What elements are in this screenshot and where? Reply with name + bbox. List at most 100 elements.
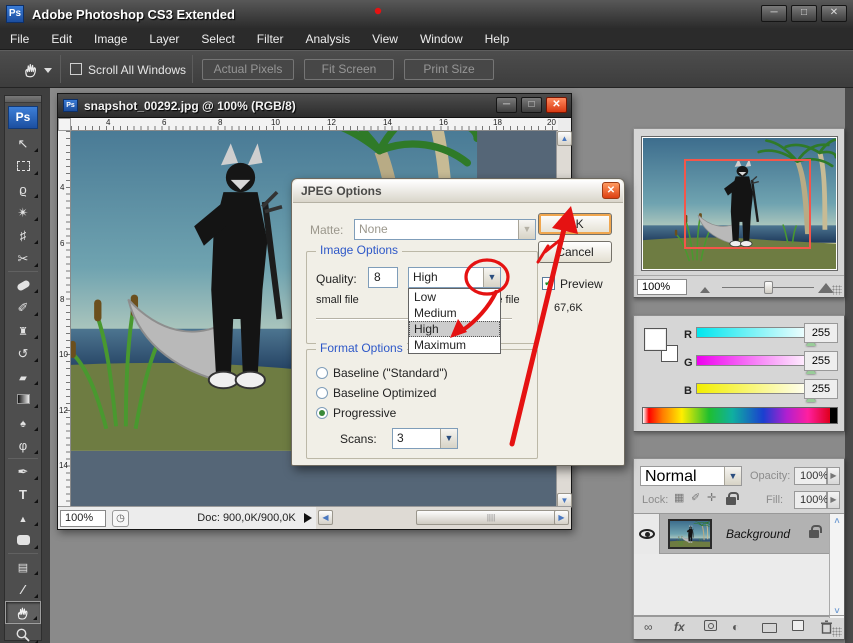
chevron-down-icon[interactable]: ▼ [724,467,741,485]
navigator-view-rect[interactable] [684,159,811,249]
quality-value-field[interactable]: 8 [368,267,398,288]
fill-arrow-icon[interactable]: ▶ [827,491,840,509]
blur-tool-icon[interactable] [5,411,41,434]
move-tool-icon[interactable] [5,132,41,155]
gradient-tool-icon[interactable] [5,388,41,411]
cancel-button[interactable]: Cancel [538,241,612,263]
color-spectrum-ramp[interactable] [642,407,838,424]
opacity-arrow-icon[interactable]: ▶ [827,467,840,485]
menu-layer[interactable]: Layer [149,32,179,46]
scroll-up-icon[interactable]: ˄ [831,516,843,526]
crop-tool-icon[interactable] [5,224,41,247]
baseline-optimized-radio[interactable] [316,387,328,399]
doc-maximize-button[interactable]: □ [521,97,542,113]
shape-tool-icon[interactable] [5,529,41,552]
blue-slider[interactable] [696,383,814,394]
progressive-radio[interactable] [316,407,328,419]
option-high[interactable]: High [409,321,500,337]
quality-dropdown[interactable]: High ▼ [408,267,501,288]
timer-icon[interactable]: ◷ [112,510,129,527]
new-group-icon[interactable] [762,623,777,633]
preview-checkbox[interactable]: ✓ [542,277,555,290]
chevron-down-icon[interactable]: ▼ [440,429,457,448]
menu-edit[interactable]: Edit [51,32,72,46]
close-button[interactable]: ✕ [821,5,847,22]
scroll-left-icon[interactable]: ◀ [318,510,333,525]
slider-thumb[interactable] [764,281,773,294]
resize-grip[interactable] [832,627,842,637]
dodge-tool-icon[interactable] [5,434,41,457]
print-size-button[interactable]: Print Size [404,59,494,80]
scans-dropdown[interactable]: 3 ▼ [392,428,458,449]
scroll-right-icon[interactable]: ▶ [554,510,569,525]
notes-tool-icon[interactable] [5,555,41,578]
option-medium[interactable]: Medium [409,305,500,321]
layer-thumbnail[interactable] [668,519,712,549]
menu-image[interactable]: Image [94,32,127,46]
lock-paint-icon[interactable]: ✐ [691,491,700,504]
minimize-button[interactable]: ─ [761,5,787,22]
scrollbar-thumb[interactable]: |||| [416,510,566,525]
green-value-field[interactable]: 255 [804,351,838,371]
history-brush-tool-icon[interactable] [5,342,41,365]
red-slider[interactable] [696,327,814,338]
option-maximum[interactable]: Maximum [409,337,500,353]
chevron-down-icon[interactable]: ▼ [483,268,500,287]
zoom-level-field[interactable]: 100% [60,510,106,527]
zoom-out-icon[interactable] [700,287,710,293]
navigator-zoom-slider[interactable] [722,287,814,288]
marquee-tool-icon[interactable] [5,155,41,178]
eraser-tool-icon[interactable] [5,365,41,388]
zoom-tool-icon[interactable] [5,624,41,643]
lasso-tool-icon[interactable] [5,178,41,201]
link-layers-icon[interactable]: ∞ [644,620,653,634]
pen-tool-icon[interactable] [5,460,41,483]
blend-mode-dropdown[interactable]: Normal ▼ [640,466,742,486]
menu-file[interactable]: File [10,32,29,46]
healing-brush-tool-icon[interactable] [5,273,41,296]
status-menu-icon[interactable] [304,513,312,523]
menu-analysis[interactable]: Analysis [305,32,350,46]
actual-pixels-button[interactable]: Actual Pixels [202,59,294,80]
dialog-close-icon[interactable]: ✕ [602,182,620,199]
menu-window[interactable]: Window [420,32,463,46]
fill-value[interactable]: 100% [794,491,827,509]
menu-help[interactable]: Help [485,32,510,46]
quick-selection-tool-icon[interactable] [5,201,41,224]
layer-style-icon[interactable]: fx [674,620,685,634]
layer-mask-icon[interactable] [708,623,714,629]
doc-minimize-button[interactable]: ─ [496,97,517,113]
green-slider[interactable] [696,355,814,366]
fit-screen-button[interactable]: Fit Screen [304,59,394,80]
toolbox-grip[interactable] [5,96,41,103]
document-titlebar[interactable]: Ps snapshot_00292.jpg @ 100% (RGB/8) ─ □… [58,94,571,118]
doc-close-button[interactable]: ✕ [546,97,567,113]
adjustment-layer-icon[interactable]: ◐ [732,620,739,634]
tool-preset-dropdown-icon[interactable] [44,68,52,73]
ok-button[interactable]: OK [538,213,612,235]
path-selection-tool-icon[interactable] [5,506,41,529]
navigator-zoom-field[interactable]: 100% [637,279,687,295]
eye-icon[interactable] [639,529,655,539]
foreground-color-swatch[interactable] [644,328,667,351]
layers-scrollbar[interactable]: ˄ ˅ [829,514,844,618]
resize-grip[interactable] [832,285,842,295]
menu-select[interactable]: Select [201,32,234,46]
new-layer-icon[interactable] [792,620,804,631]
eyedropper-tool-icon[interactable] [5,578,41,601]
menu-view[interactable]: View [372,32,398,46]
lock-all-icon[interactable] [726,497,736,505]
type-tool-icon[interactable] [5,483,41,506]
horizontal-scrollbar[interactable]: ◀ |||| ▶ [316,507,571,529]
red-value-field[interactable]: 255 [804,323,838,343]
lock-transparency-icon[interactable]: ▦ [674,491,684,504]
scroll-up-icon[interactable]: ▲ [557,131,572,146]
brush-tool-icon[interactable] [5,296,41,319]
baseline-standard-radio[interactable] [316,367,328,379]
hand-tool-button[interactable] [5,601,41,624]
lock-position-icon[interactable]: ✛ [707,491,716,504]
background-layer-row[interactable]: Background [634,514,829,554]
opacity-value[interactable]: 100% [794,467,827,485]
visibility-cell[interactable] [634,514,660,554]
dialog-titlebar[interactable]: JPEG Options [293,180,623,203]
